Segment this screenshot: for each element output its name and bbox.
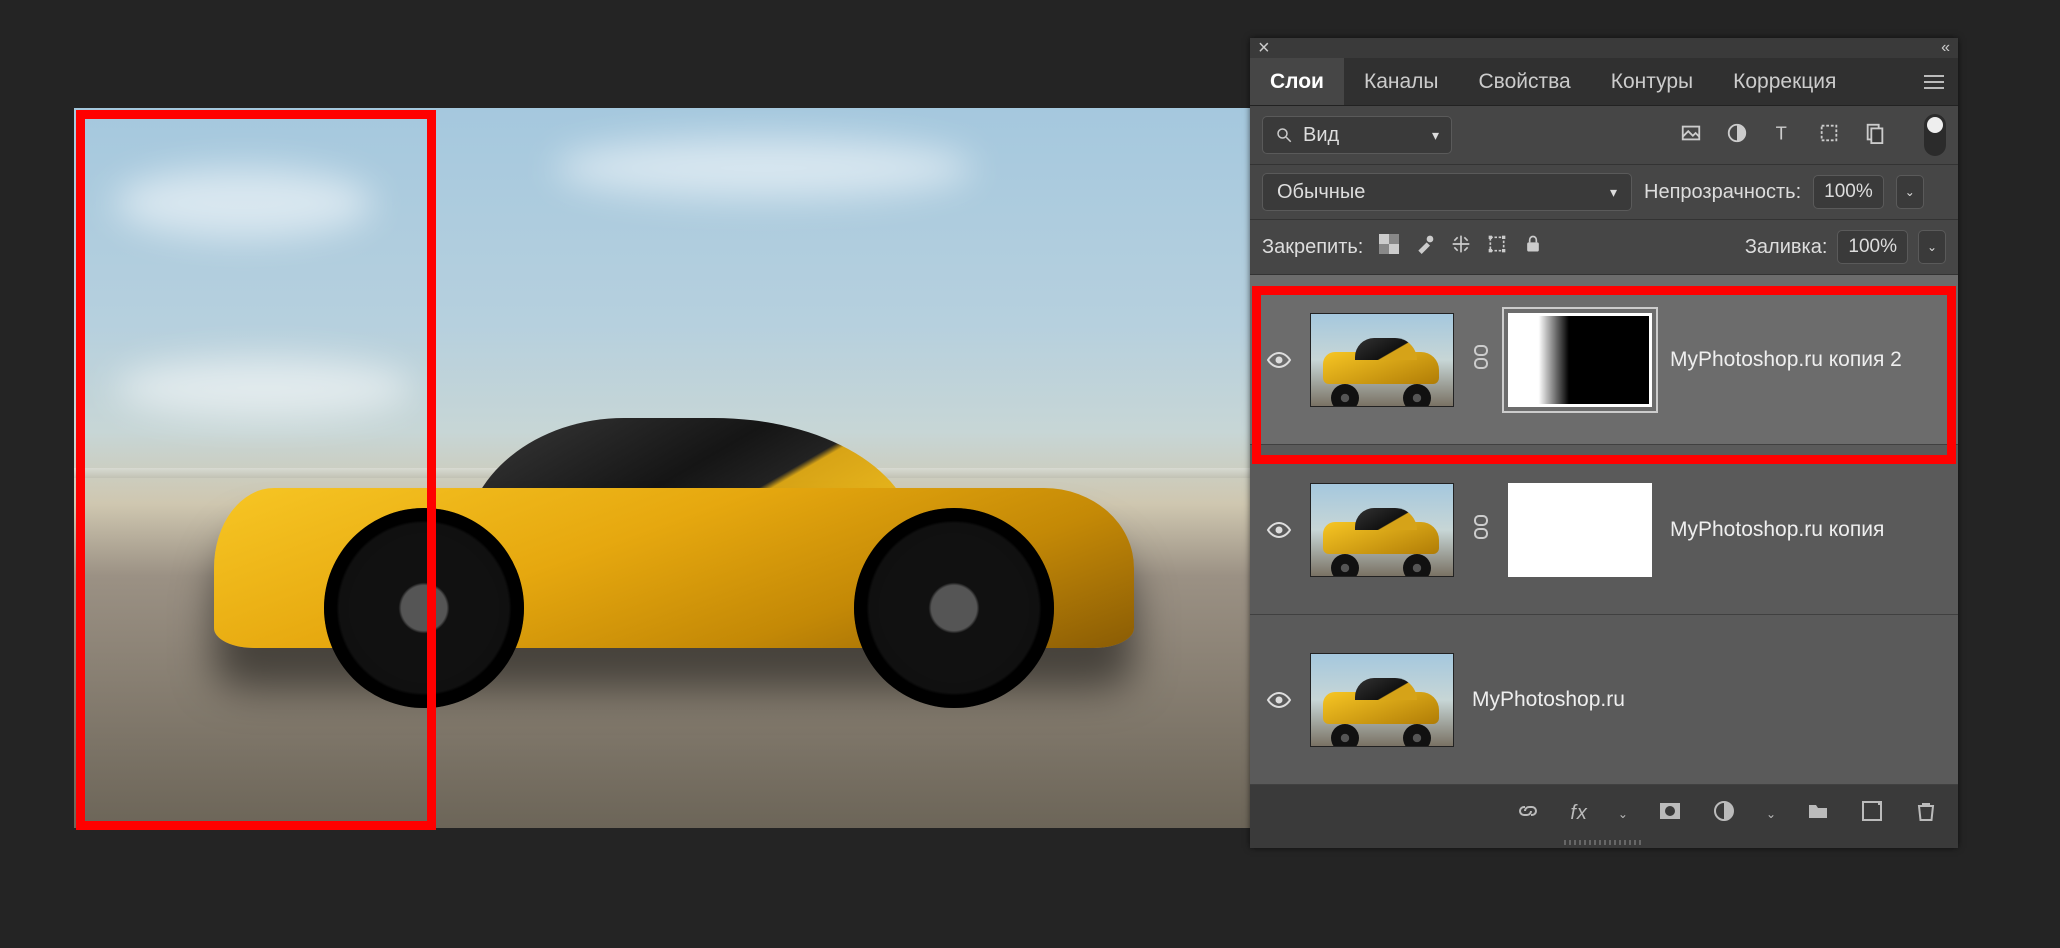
new-group-icon[interactable] bbox=[1806, 799, 1830, 828]
lock-all-icon[interactable] bbox=[1523, 234, 1543, 260]
layer-thumbnail[interactable] bbox=[1310, 653, 1454, 747]
tab-paths[interactable]: Контуры bbox=[1591, 58, 1713, 105]
blend-mode-select[interactable]: Обычные ▾ bbox=[1262, 173, 1632, 211]
layer-name-label[interactable]: MyPhotoshop.ru копия bbox=[1670, 518, 1884, 542]
chevron-down-icon: ▾ bbox=[1432, 127, 1439, 144]
mask-link-icon[interactable] bbox=[1472, 344, 1490, 375]
visibility-eye-icon[interactable] bbox=[1266, 521, 1292, 539]
filter-adjust-icon[interactable] bbox=[1726, 122, 1748, 149]
adj-chevron-icon[interactable]: ⌄ bbox=[1766, 807, 1776, 821]
filter-label: Вид bbox=[1303, 124, 1339, 147]
fill-dropdown-icon[interactable]: ⌄ bbox=[1918, 230, 1946, 264]
car-illustration bbox=[214, 408, 1134, 688]
opacity-dropdown-icon[interactable]: ⌄ bbox=[1896, 175, 1924, 209]
panel-tabs: Слои Каналы Свойства Контуры Коррекция bbox=[1250, 58, 1958, 106]
svg-text:T: T bbox=[1776, 122, 1787, 143]
tab-adjustments[interactable]: Коррекция bbox=[1713, 58, 1856, 105]
layers-list: MyPhotoshop.ru копия 2 MyPhotoshop.ru коп… bbox=[1250, 275, 1958, 785]
layer-style-icon[interactable]: fx bbox=[1570, 802, 1588, 825]
opacity-input[interactable]: 100% bbox=[1813, 175, 1884, 209]
layer-mask-thumbnail[interactable] bbox=[1508, 313, 1652, 407]
tab-properties[interactable]: Свойства bbox=[1459, 58, 1591, 105]
fx-chevron-icon[interactable]: ⌄ bbox=[1618, 807, 1628, 821]
delete-layer-icon[interactable] bbox=[1914, 799, 1938, 828]
filter-toggle[interactable] bbox=[1924, 114, 1946, 156]
layer-thumbnail[interactable] bbox=[1310, 483, 1454, 577]
filter-shape-icon[interactable] bbox=[1818, 122, 1840, 149]
lock-paint-icon[interactable] bbox=[1415, 234, 1435, 260]
add-mask-icon[interactable] bbox=[1658, 799, 1682, 828]
chevron-down-icon: ▾ bbox=[1610, 184, 1617, 201]
fill-input[interactable]: 100% bbox=[1837, 230, 1908, 264]
visibility-eye-icon[interactable] bbox=[1266, 351, 1292, 369]
filter-smart-icon[interactable] bbox=[1864, 122, 1886, 149]
lock-transparency-icon[interactable] bbox=[1379, 234, 1399, 260]
collapse-icon[interactable]: « bbox=[1941, 39, 1950, 57]
layer-row[interactable]: MyPhotoshop.ru копия bbox=[1250, 445, 1958, 615]
layer-row[interactable]: MyPhotoshop.ru bbox=[1250, 615, 1958, 785]
blend-mode-value: Обычные bbox=[1277, 181, 1365, 204]
lock-artboard-icon[interactable] bbox=[1487, 234, 1507, 260]
visibility-eye-icon[interactable] bbox=[1266, 691, 1292, 709]
canvas-document[interactable] bbox=[74, 108, 1254, 828]
filter-pixel-icon[interactable] bbox=[1680, 122, 1702, 149]
layers-panel: × « Слои Каналы Свойства Контуры Коррекц… bbox=[1250, 38, 1958, 848]
panel-resize-grip[interactable] bbox=[1250, 836, 1958, 848]
close-icon[interactable]: × bbox=[1258, 39, 1270, 57]
tab-channels[interactable]: Каналы bbox=[1344, 58, 1459, 105]
opacity-label: Непрозрачность: bbox=[1644, 181, 1801, 204]
lock-position-icon[interactable] bbox=[1451, 234, 1471, 260]
layer-thumbnail[interactable] bbox=[1310, 313, 1454, 407]
layer-filter-select[interactable]: Вид ▾ bbox=[1262, 116, 1452, 154]
lock-label: Закрепить: bbox=[1262, 236, 1363, 259]
add-adjustment-icon[interactable] bbox=[1712, 799, 1736, 828]
layer-mask-thumbnail[interactable] bbox=[1508, 483, 1652, 577]
layer-name-label[interactable]: MyPhotoshop.ru bbox=[1472, 688, 1625, 712]
panel-menu-icon[interactable] bbox=[1910, 58, 1958, 105]
panel-footer: fx ⌄ ⌄ bbox=[1250, 785, 1958, 836]
new-layer-icon[interactable] bbox=[1860, 799, 1884, 828]
fill-label: Заливка: bbox=[1745, 236, 1828, 259]
mask-link-icon[interactable] bbox=[1472, 514, 1490, 545]
layer-name-label[interactable]: MyPhotoshop.ru копия 2 bbox=[1670, 348, 1902, 372]
link-layers-icon[interactable] bbox=[1516, 799, 1540, 828]
tab-layers[interactable]: Слои bbox=[1250, 58, 1344, 105]
filter-type-icon[interactable]: T bbox=[1772, 122, 1794, 149]
layer-row[interactable]: MyPhotoshop.ru копия 2 bbox=[1250, 275, 1958, 445]
